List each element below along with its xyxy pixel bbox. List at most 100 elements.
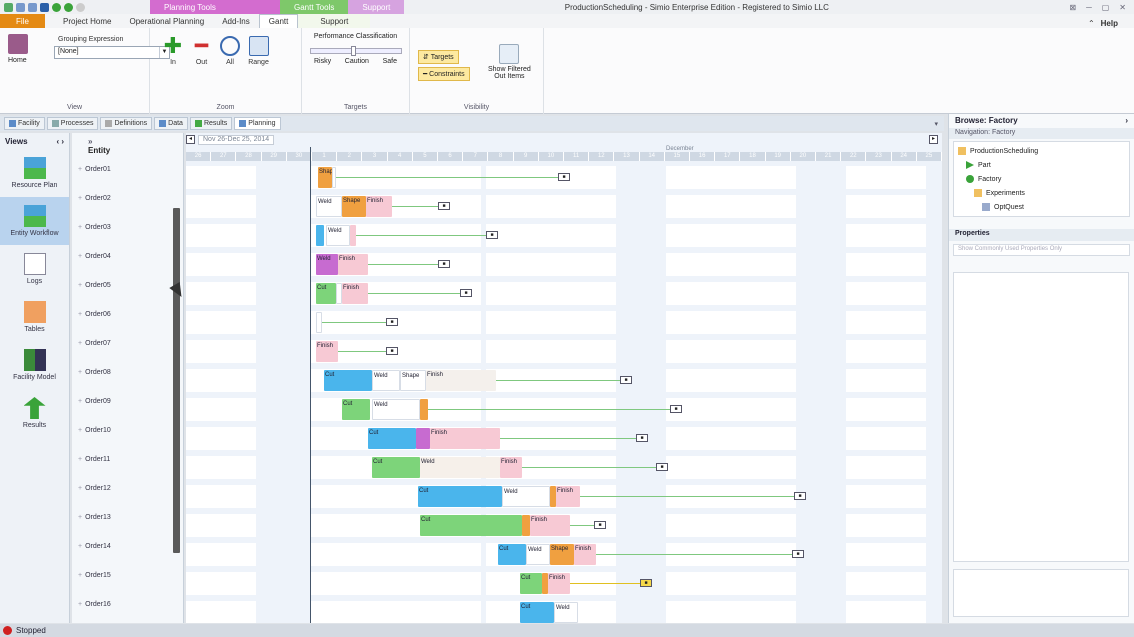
scroll-left-icon[interactable]: ◂ (186, 135, 195, 144)
slider-thumb[interactable] (350, 46, 356, 56)
expand-row-icon[interactable]: + (78, 369, 82, 376)
gantt-bar[interactable] (420, 399, 428, 420)
due-date-marker-icon[interactable]: ■ (640, 579, 652, 587)
home-button[interactable]: Home (8, 34, 28, 64)
gantt-bar[interactable]: Cut (316, 283, 336, 304)
entity-row[interactable]: + Order05 (72, 279, 183, 308)
tab-definitions[interactable]: Definitions (100, 117, 153, 130)
tab-data[interactable]: Data (154, 117, 188, 130)
targets-toggle-button[interactable]: ⇵ Targets (418, 50, 459, 64)
undo-icon[interactable] (16, 2, 25, 12)
tab-results[interactable]: Results (189, 117, 233, 130)
gantt-bar[interactable]: Shape (342, 196, 366, 217)
entity-scrollbar[interactable] (173, 208, 180, 553)
entity-row[interactable]: + Order02 (72, 192, 183, 221)
collapse-views-icon[interactable]: ‹ › (56, 137, 64, 146)
gantt-bar[interactable]: Finish (556, 486, 580, 507)
gantt-bar[interactable]: Weld (372, 370, 400, 391)
entity-row[interactable]: + Order12 (72, 482, 183, 511)
restore-icon[interactable]: ⊠ (1069, 3, 1076, 12)
gantt-bar[interactable]: Shape (400, 370, 426, 391)
gantt-bar[interactable]: Cut (420, 515, 522, 536)
gantt-bar[interactable] (416, 428, 430, 449)
gantt-bar[interactable]: Shape (550, 544, 574, 565)
gantt-bar[interactable]: Finish (500, 457, 522, 478)
performance-slider[interactable] (309, 46, 402, 56)
entity-row[interactable]: + Order08 (72, 366, 183, 395)
zoom-all-button[interactable]: All (217, 36, 243, 66)
stop-icon[interactable] (76, 2, 85, 12)
entity-row[interactable]: + Order13 (72, 511, 183, 540)
due-date-marker-icon[interactable]: ■ (670, 405, 682, 413)
tab-facility[interactable]: Facility (4, 117, 45, 130)
due-date-marker-icon[interactable]: ■ (386, 318, 398, 326)
tab-operational-planning[interactable]: Operational Planning (120, 14, 213, 28)
zoom-out-button[interactable]: ━ Out (189, 35, 215, 67)
gantt-bar[interactable]: Weld (502, 486, 550, 507)
gantt-bar[interactable]: Weld (526, 544, 550, 565)
view-tables[interactable]: Tables (0, 293, 69, 341)
due-date-marker-icon[interactable]: ■ (620, 376, 632, 384)
entity-row[interactable]: + Order15 (72, 569, 183, 598)
entity-row[interactable]: + Order09 (72, 395, 183, 424)
due-date-marker-icon[interactable]: ■ (794, 492, 806, 500)
expand-row-icon[interactable]: + (78, 253, 82, 260)
gantt-bar[interactable]: Cut (520, 573, 542, 594)
expand-row-icon[interactable]: + (78, 166, 82, 173)
expand-row-icon[interactable]: + (78, 195, 82, 202)
due-date-marker-icon[interactable]: ■ (438, 202, 450, 210)
tree-item-productionscheduling[interactable]: ProductionScheduling (958, 144, 1125, 158)
expand-row-icon[interactable]: + (78, 282, 82, 289)
gantt-bar[interactable]: Cut (372, 457, 420, 478)
expand-all-icon[interactable]: » (88, 137, 92, 146)
gantt-bar[interactable]: Finish (338, 254, 368, 275)
redo-icon[interactable] (28, 2, 37, 12)
view-results[interactable]: Results (0, 389, 69, 437)
gantt-bar[interactable] (316, 225, 324, 246)
gantt-bar[interactable]: Finish (430, 428, 500, 449)
tab-add-ins[interactable]: Add-Ins (213, 14, 259, 28)
tree-item-optquest[interactable]: OptQuest (958, 200, 1125, 214)
entity-row[interactable]: + Order10 (72, 424, 183, 453)
expand-row-icon[interactable]: + (78, 311, 82, 318)
gantt-bar[interactable]: Cut (520, 602, 554, 623)
tree-item-experiments[interactable]: Experiments (958, 186, 1125, 200)
minimize-icon[interactable]: ─ (1086, 3, 1092, 12)
zoom-range-button[interactable]: Range (246, 36, 272, 66)
expand-row-icon[interactable]: + (78, 456, 82, 463)
entity-row[interactable]: + Order14 (72, 540, 183, 569)
run-icon[interactable] (52, 2, 61, 12)
gantt-bar[interactable]: Weld (420, 457, 500, 478)
due-date-marker-icon[interactable]: ■ (558, 173, 570, 181)
gantt-bar[interactable]: Cut (342, 399, 370, 420)
expand-row-icon[interactable]: + (78, 572, 82, 579)
gantt-bar[interactable] (522, 515, 530, 536)
scroll-right-icon[interactable]: ▸ (929, 135, 938, 144)
expand-row-icon[interactable]: + (78, 398, 82, 405)
gantt-bar[interactable]: Weld (326, 225, 350, 246)
tab-gantt[interactable]: Gantt (258, 14, 299, 28)
expand-row-icon[interactable]: + (78, 224, 82, 231)
zoom-in-button[interactable]: ✚ In (160, 35, 186, 67)
gantt-bar[interactable]: Cut (418, 486, 502, 507)
gantt-bar[interactable]: Finish (426, 370, 496, 391)
due-date-marker-icon[interactable]: ■ (636, 434, 648, 442)
gantt-bar[interactable]: Finish (548, 573, 570, 594)
view-facility-model[interactable]: Facility Model (0, 341, 69, 389)
step-icon[interactable] (64, 2, 73, 12)
entity-row[interactable]: + Order01 (72, 163, 183, 192)
entity-row[interactable]: + Order03 (72, 221, 183, 250)
expand-row-icon[interactable]: + (78, 601, 82, 608)
entity-row[interactable]: + Order07 (72, 337, 183, 366)
tree-item-factory[interactable]: Factory (958, 172, 1125, 186)
due-date-marker-icon[interactable]: ■ (486, 231, 498, 239)
gantt-bar[interactable]: Weld (372, 399, 420, 420)
expand-row-icon[interactable]: + (78, 514, 82, 521)
gantt-bar[interactable]: Finish (574, 544, 596, 565)
due-date-marker-icon[interactable]: ■ (438, 260, 450, 268)
due-date-marker-icon[interactable]: ■ (792, 550, 804, 558)
due-date-marker-icon[interactable]: ■ (594, 521, 606, 529)
tree-item-part[interactable]: Part (958, 158, 1125, 172)
entity-row[interactable]: + Order04 (72, 250, 183, 279)
help-button[interactable]: Help (1101, 19, 1118, 28)
